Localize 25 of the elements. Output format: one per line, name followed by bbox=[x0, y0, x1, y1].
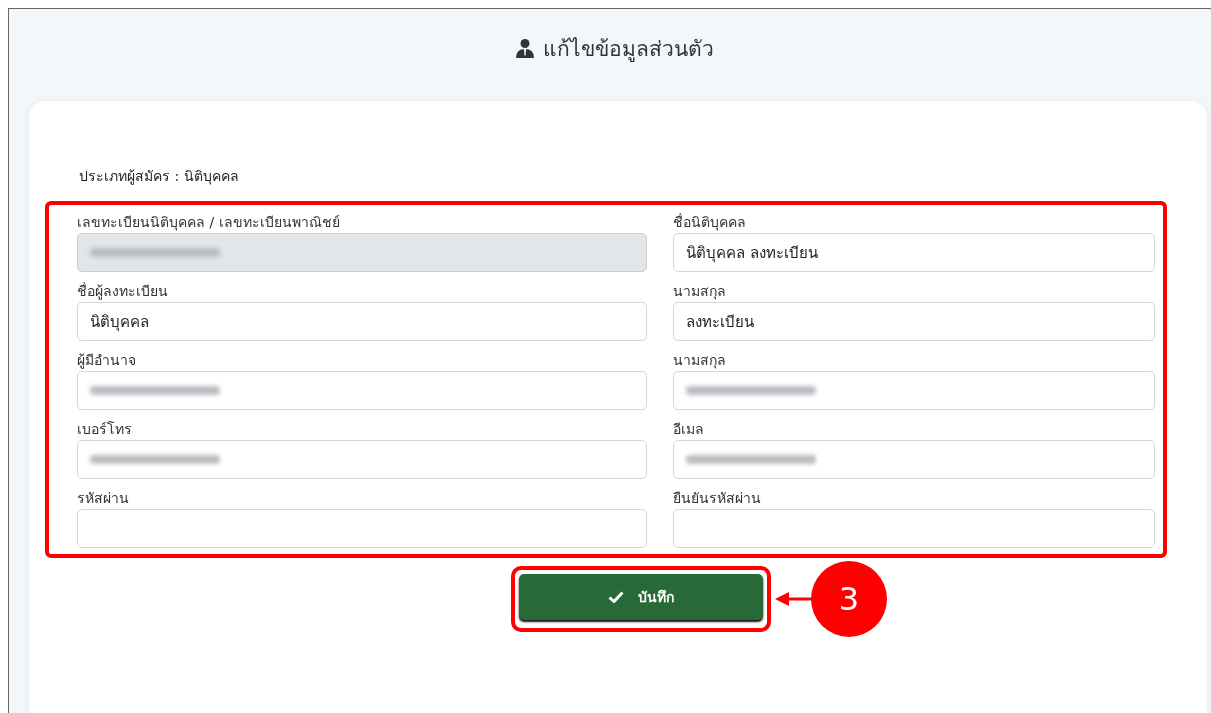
user-icon bbox=[514, 38, 535, 58]
input-field[interactable] bbox=[77, 371, 647, 410]
field-label: ชื่อผู้ลงทะเบียน bbox=[77, 281, 169, 298]
field-label: เลขทะเบียนนิติบุคคล / เลขทะเบียนพาณิชย์ bbox=[77, 213, 341, 229]
check-icon bbox=[608, 591, 624, 603]
applicant-type: ประเภทผู้สมัคร : นิติบุคคล bbox=[79, 167, 240, 187]
field-label: ผู้มีอำนาจ bbox=[77, 351, 137, 367]
page-title: แก้ไขข้อมูลส่วนตัว bbox=[542, 35, 714, 64]
input-field[interactable] bbox=[673, 371, 1155, 410]
field-label: นามสกุล bbox=[673, 282, 727, 298]
step-number: 3 bbox=[811, 561, 887, 637]
input-field[interactable] bbox=[673, 440, 1155, 479]
field-label: อีเมล bbox=[673, 420, 705, 436]
field-label: ยืนยันรหัสผ่าน bbox=[673, 489, 762, 505]
field-label: ชื่อนิติบุคคล bbox=[673, 212, 747, 229]
field-label: นามสกุล bbox=[673, 351, 727, 367]
input-field[interactable]: นิติบุคคล ลงทะเบียน bbox=[673, 233, 1155, 272]
input-field[interactable] bbox=[77, 509, 647, 548]
field-label: รหัสผ่าน bbox=[77, 489, 130, 505]
field-label: เบอร์โทร bbox=[77, 420, 133, 436]
input-field[interactable] bbox=[673, 509, 1155, 548]
input-field[interactable]: นิติบุคคล bbox=[77, 302, 647, 341]
save-button[interactable]: บันทึก bbox=[519, 574, 763, 620]
input-field[interactable]: ลงทะเบียน bbox=[673, 302, 1155, 341]
input-field[interactable] bbox=[77, 440, 647, 479]
